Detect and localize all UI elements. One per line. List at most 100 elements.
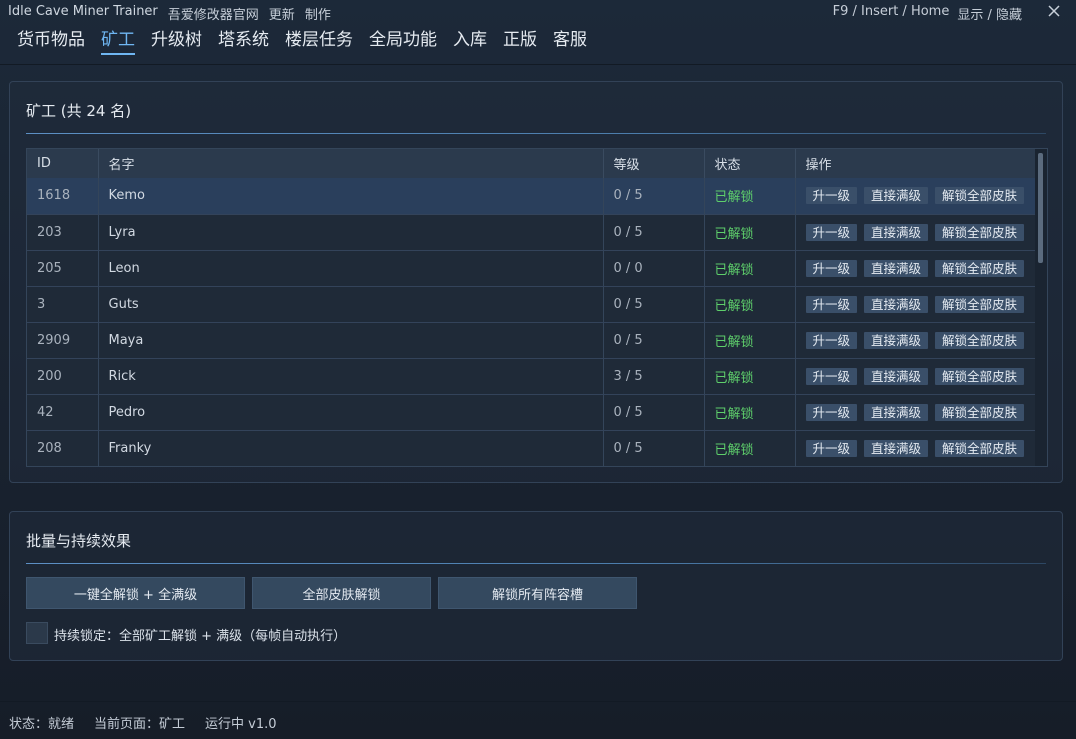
level-up-button[interactable]: 升一级 <box>805 259 858 277</box>
column-header-level[interactable]: 等级 <box>603 149 705 178</box>
max-level-button[interactable]: 直接满级 <box>864 367 929 385</box>
tab-storage[interactable]: 入库 <box>453 29 487 55</box>
close-button[interactable] <box>1046 3 1062 19</box>
level-up-button[interactable]: 升一级 <box>805 295 858 313</box>
tab-support[interactable]: 客服 <box>553 29 587 55</box>
miner-actions: 升一级 直接满级 解锁全部皮肤 <box>805 403 1037 421</box>
scrollbar-thumb[interactable] <box>1038 153 1043 263</box>
unlock-all-skins-row-button[interactable]: 解锁全部皮肤 <box>935 367 1025 385</box>
unlock-all-skins-row-button[interactable]: 解锁全部皮肤 <box>935 295 1025 313</box>
tab-miners[interactable]: 矿工 <box>101 29 135 55</box>
miner-level-cell: 0 / 5 <box>603 286 705 323</box>
max-level-button[interactable]: 直接满级 <box>864 403 929 421</box>
table-row[interactable]: 208 Franky 0 / 5 已解锁 升一级 直接满级 解锁全部皮肤 <box>27 430 1036 466</box>
max-level-button[interactable]: 直接满级 <box>864 187 929 205</box>
current-page-text: 当前页面：矿工 <box>94 717 186 732</box>
miner-status-cell: 已解锁 <box>704 394 796 431</box>
miner-id-cell: 208 <box>27 430 99 466</box>
running-version-text: 运行中 v1.0 <box>205 717 277 732</box>
max-level-button[interactable]: 直接满级 <box>864 223 929 241</box>
miners-panel-title: 矿工 (共 24 名) <box>26 102 132 120</box>
tab-upgrade-tree[interactable]: 升级树 <box>151 29 202 55</box>
miner-name-cell: Pedro <box>98 394 604 431</box>
unlock-all-skins-row-button[interactable]: 解锁全部皮肤 <box>935 331 1025 349</box>
title-bar-right: F9 / Insert / Home 显示 / 隐藏 <box>833 4 1022 23</box>
unlock-all-skins-row-button[interactable]: 解锁全部皮肤 <box>935 187 1025 205</box>
table-scrollbar[interactable] <box>1035 149 1047 466</box>
trainer-window: Idle Cave Miner Trainer 吾爱修改器官网 更新 制作 F9… <box>0 0 1076 739</box>
app-title: Idle Cave Miner Trainer <box>8 4 158 19</box>
column-header-name[interactable]: 名字 <box>98 149 604 178</box>
tab-genuine[interactable]: 正版 <box>503 29 537 55</box>
miner-id-cell: 1618 <box>27 178 99 215</box>
miner-name-cell: Lyra <box>98 214 604 251</box>
miner-id-cell: 2909 <box>27 322 99 359</box>
unlock-all-max-level-button[interactable]: 一键全解锁 + 全满级 <box>26 577 245 609</box>
unlock-all-skins-row-button[interactable]: 解锁全部皮肤 <box>935 259 1025 277</box>
tab-floor-tasks[interactable]: 楼层任务 <box>285 29 353 55</box>
main-tabs: 货币物品 矿工 升级树 塔系统 楼层任务 全局功能 入库 正版 客服 <box>17 29 587 57</box>
miner-actions-cell: 升一级 直接满级 解锁全部皮肤 <box>795 286 1036 323</box>
persistent-lock-checkbox[interactable] <box>26 622 48 644</box>
title-bar-left: Idle Cave Miner Trainer 吾爱修改器官网 更新 制作 <box>8 4 331 23</box>
table-row[interactable]: 3 Guts 0 / 5 已解锁 升一级 直接满级 解锁全部皮肤 <box>27 286 1036 323</box>
miner-id-cell: 42 <box>27 394 99 431</box>
table-header-row: ID 名字 等级 状态 操作 <box>27 149 1036 178</box>
miner-level-cell: 0 / 0 <box>603 250 705 287</box>
column-header-status[interactable]: 状态 <box>704 149 796 178</box>
table-row[interactable]: 203 Lyra 0 / 5 已解锁 升一级 直接满级 解锁全部皮肤 <box>27 214 1036 251</box>
level-up-button[interactable]: 升一级 <box>805 439 858 457</box>
miner-status-cell: 已解锁 <box>704 214 796 251</box>
unlock-all-lineup-slots-button[interactable]: 解锁所有阵容槽 <box>438 577 637 609</box>
level-up-button[interactable]: 升一级 <box>805 223 858 241</box>
column-header-actions: 操作 <box>795 149 1036 178</box>
table-row[interactable]: 2909 Maya 0 / 5 已解锁 升一级 直接满级 解锁全部皮肤 <box>27 322 1036 359</box>
max-level-button[interactable]: 直接满级 <box>864 259 929 277</box>
miner-actions: 升一级 直接满级 解锁全部皮肤 <box>805 259 1037 277</box>
table-row[interactable]: 42 Pedro 0 / 5 已解锁 升一级 直接满级 解锁全部皮肤 <box>27 394 1037 431</box>
miner-name-cell: Franky <box>98 430 604 466</box>
level-up-button[interactable]: 升一级 <box>805 403 858 421</box>
unlock-all-skins-row-button[interactable]: 解锁全部皮肤 <box>935 403 1025 421</box>
miner-actions-cell: 升一级 直接满级 解锁全部皮肤 <box>795 358 1036 395</box>
miner-status-cell: 已解锁 <box>704 250 796 287</box>
miner-actions-cell: 升一级 直接满级 解锁全部皮肤 <box>795 250 1037 287</box>
miner-name-cell: Kemo <box>98 178 604 215</box>
panel-title-underline <box>26 133 1046 134</box>
table-row[interactable]: 205 Leon 0 / 0 已解锁 升一级 直接满级 解锁全部皮肤 <box>27 250 1037 287</box>
credits-link[interactable]: 制作 <box>305 4 331 23</box>
miner-actions: 升一级 直接满级 解锁全部皮肤 <box>805 187 1037 205</box>
tabs-divider <box>0 64 1076 65</box>
miner-actions-cell: 升一级 直接满级 解锁全部皮肤 <box>795 394 1037 431</box>
miner-id-cell: 205 <box>27 250 99 287</box>
unlock-all-skins-row-button[interactable]: 解锁全部皮肤 <box>935 223 1025 241</box>
miner-level-cell: 0 / 5 <box>603 214 705 251</box>
miner-actions-cell: 升一级 直接满级 解锁全部皮肤 <box>795 322 1036 359</box>
batch-panel-title: 批量与持续效果 <box>26 532 132 550</box>
official-site-link[interactable]: 吾爱修改器官网 <box>168 4 259 23</box>
tab-currency-items[interactable]: 货币物品 <box>17 29 85 55</box>
miner-name-cell: Maya <box>98 322 604 359</box>
unlock-all-skins-row-button[interactable]: 解锁全部皮肤 <box>935 439 1025 457</box>
batch-panel: 批量与持续效果 一键全解锁 + 全满级 全部皮肤解锁 解锁所有阵容槽 持续锁定：… <box>9 511 1063 661</box>
miner-actions-cell: 升一级 直接满级 解锁全部皮肤 <box>795 430 1036 466</box>
level-up-button[interactable]: 升一级 <box>805 331 858 349</box>
tab-global-features[interactable]: 全局功能 <box>369 29 437 55</box>
show-hide-toggle[interactable]: 显示 / 隐藏 <box>957 4 1022 23</box>
miner-status-cell: 已解锁 <box>704 286 796 323</box>
miner-actions-cell: 升一级 直接满级 解锁全部皮肤 <box>795 178 1037 215</box>
update-link[interactable]: 更新 <box>269 4 295 23</box>
unlock-all-skins-button[interactable]: 全部皮肤解锁 <box>252 577 431 609</box>
miner-id-cell: 200 <box>27 358 99 395</box>
table-row[interactable]: 200 Rick 3 / 5 已解锁 升一级 直接满级 解锁全部皮肤 <box>27 358 1036 395</box>
level-up-button[interactable]: 升一级 <box>805 187 858 205</box>
miner-status-cell: 已解锁 <box>704 322 796 359</box>
table-row[interactable]: 1618 Kemo 0 / 5 已解锁 升一级 直接满级 解锁全部皮肤 <box>27 178 1037 215</box>
miners-panel: 矿工 (共 24 名) ID 名字 等级 状态 操作 1618 Kemo 0 /… <box>9 81 1063 483</box>
max-level-button[interactable]: 直接满级 <box>864 295 929 313</box>
max-level-button[interactable]: 直接满级 <box>864 439 929 457</box>
level-up-button[interactable]: 升一级 <box>805 367 858 385</box>
max-level-button[interactable]: 直接满级 <box>864 331 929 349</box>
tab-tower-system[interactable]: 塔系统 <box>218 29 269 55</box>
column-header-id[interactable]: ID <box>27 149 99 178</box>
